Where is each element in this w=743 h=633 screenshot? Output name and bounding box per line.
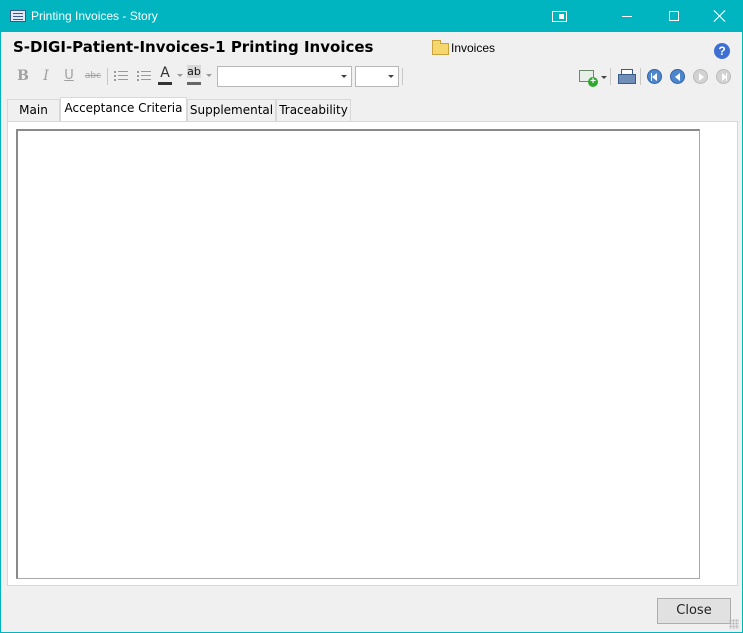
print-icon[interactable] — [618, 69, 636, 84]
tab-acceptance-criteria[interactable]: Acceptance Criteria — [60, 97, 187, 121]
next-record-icon[interactable] — [693, 69, 708, 84]
title-bar[interactable]: Printing Invoices - Story — [1, 1, 742, 32]
story-title: S-DIGI-Patient-Invoices-1 Printing Invoi… — [13, 38, 374, 56]
tab-panel — [7, 121, 738, 586]
bullet-list-icon[interactable] — [114, 69, 128, 83]
first-record-icon[interactable] — [647, 69, 662, 84]
tab-supplemental[interactable]: Supplemental — [187, 99, 276, 121]
resize-grip-icon[interactable] — [729, 619, 739, 629]
italic-button[interactable]: I — [38, 67, 54, 85]
acceptance-criteria-editor[interactable] — [16, 129, 700, 579]
maximize-icon — [669, 11, 679, 21]
tab-traceability[interactable]: Traceability — [276, 99, 351, 121]
snap-layout-icon[interactable] — [552, 11, 567, 22]
window-close-button[interactable] — [696, 1, 742, 32]
tab-main[interactable]: Main — [7, 99, 60, 121]
highlight-glyph: ab — [187, 65, 201, 78]
close-button[interactable]: Close — [657, 598, 731, 624]
chevron-down-icon — [341, 75, 347, 78]
underline-button[interactable]: U — [61, 67, 77, 85]
bold-button[interactable]: B — [15, 67, 31, 85]
highlight-color-button[interactable]: ab — [187, 65, 201, 85]
window-title: Printing Invoices - Story — [31, 9, 158, 23]
folder-icon — [432, 40, 449, 55]
help-icon[interactable]: ? — [714, 43, 730, 59]
maximize-button[interactable] — [650, 1, 696, 32]
chevron-down-icon — [388, 75, 394, 78]
add-item-icon[interactable] — [579, 70, 598, 87]
strikethrough-button[interactable]: abc — [83, 67, 103, 85]
last-record-icon[interactable] — [716, 69, 731, 84]
minimize-icon — [622, 16, 632, 17]
tab-strip: Main Acceptance Criteria Supplemental Tr… — [7, 97, 737, 121]
font-size-select[interactable] — [355, 66, 399, 87]
toolbar-separator — [402, 68, 403, 85]
highlight-dropdown-icon[interactable] — [206, 74, 212, 77]
story-window: Printing Invoices - Story S-DIGI-Patient… — [0, 0, 743, 633]
previous-record-icon[interactable] — [670, 69, 685, 84]
numbered-list-icon[interactable] — [137, 69, 151, 83]
folder-label: Invoices — [451, 41, 496, 55]
font-color-dropdown-icon[interactable] — [177, 74, 183, 77]
font-family-select[interactable] — [217, 66, 352, 87]
minimize-button[interactable] — [604, 1, 650, 32]
toolbar-separator — [640, 68, 641, 85]
add-dropdown-icon[interactable] — [601, 76, 607, 79]
font-color-button[interactable]: A — [158, 65, 172, 85]
app-icon — [10, 10, 26, 22]
close-icon — [714, 10, 726, 22]
toolbar-separator — [610, 68, 611, 85]
toolbar-separator — [107, 68, 108, 85]
